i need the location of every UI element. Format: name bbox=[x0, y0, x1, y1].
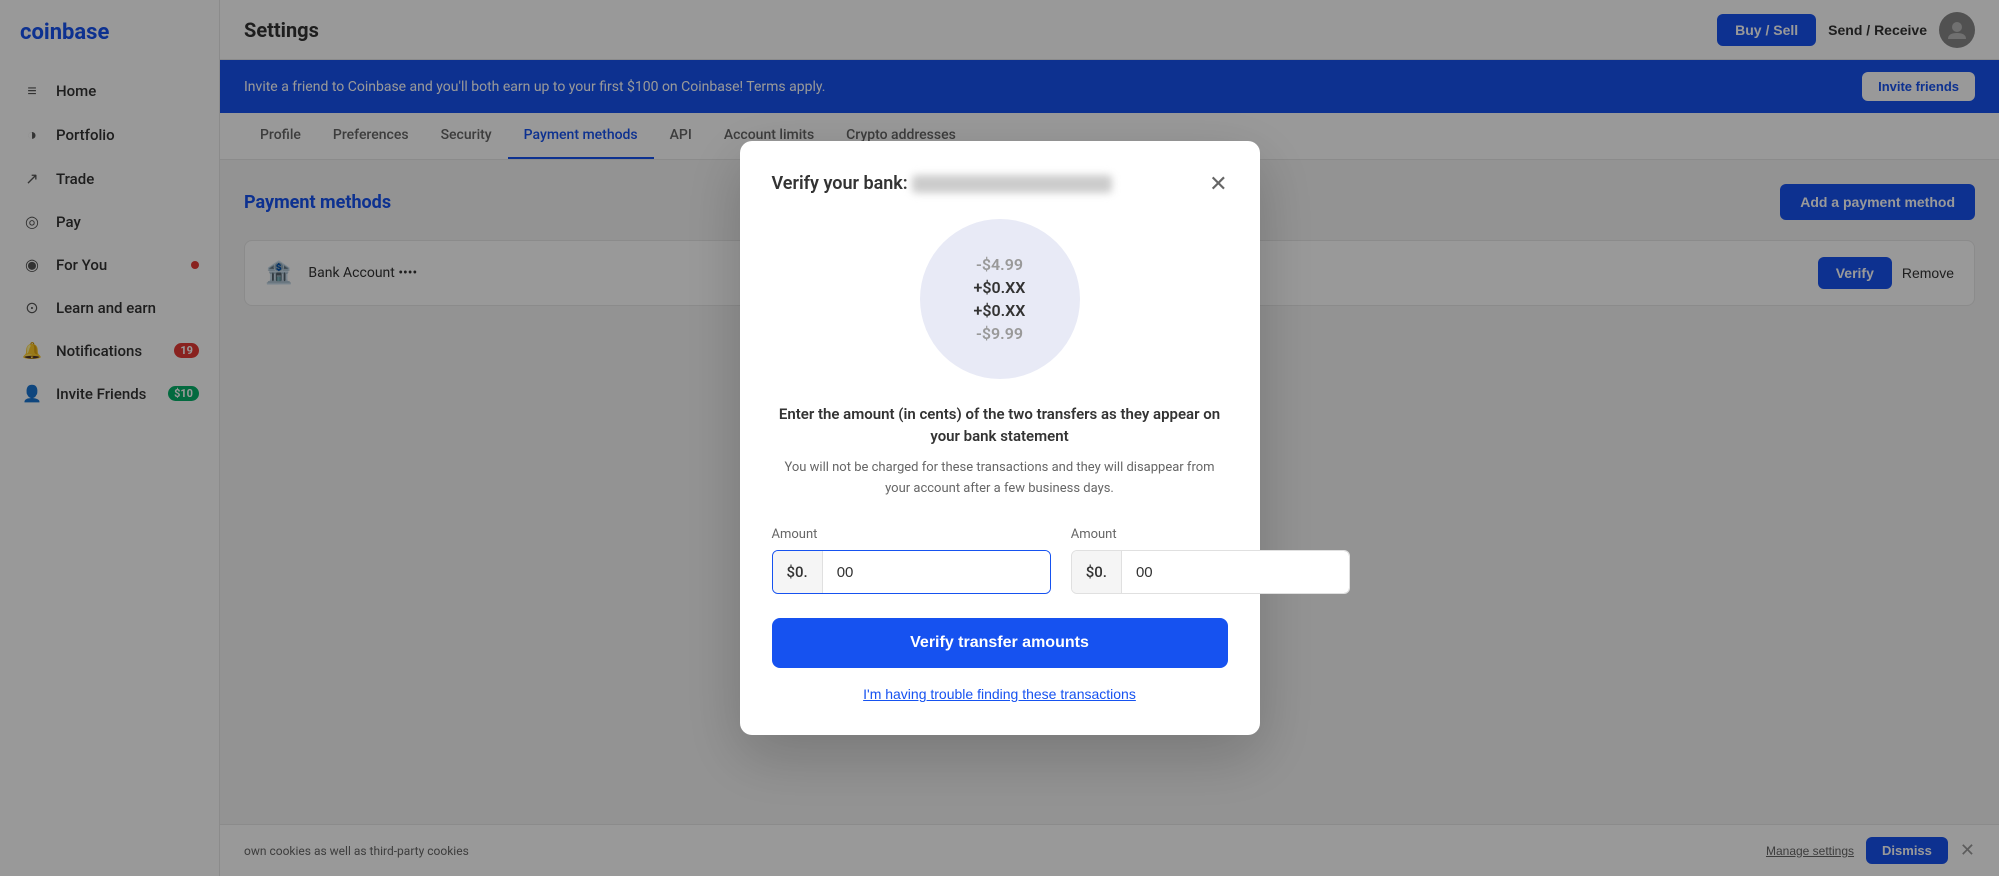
amount1-input[interactable] bbox=[823, 551, 1050, 593]
amount-group-2: Amount $0. bbox=[1071, 527, 1350, 594]
amount-pos1: +$0.XX bbox=[974, 278, 1026, 297]
modal-description-main: Enter the amount (in cents) of the two t… bbox=[772, 403, 1228, 448]
amount2-label: Amount bbox=[1071, 527, 1350, 542]
modal-header: Verify your bank: ✕ bbox=[772, 173, 1228, 195]
modal-title: Verify your bank: bbox=[772, 173, 1113, 194]
modal-close-button[interactable]: ✕ bbox=[1209, 173, 1227, 195]
amount1-input-wrapper: $0. bbox=[772, 550, 1051, 594]
modal-overlay[interactable]: Verify your bank: ✕ -$4.99 +$0.XX +$0.XX… bbox=[0, 0, 1999, 876]
amount-neg1: -$4.99 bbox=[976, 255, 1023, 274]
amount-pos2: +$0.XX bbox=[974, 301, 1026, 320]
amount1-label: Amount bbox=[772, 527, 1051, 542]
amount-inputs-row: Amount $0. Amount $0. bbox=[772, 527, 1228, 594]
modal-title-text: Verify your bank: bbox=[772, 173, 908, 194]
amount-group-1: Amount $0. bbox=[772, 527, 1051, 594]
modal-bank-name-blur bbox=[912, 175, 1112, 193]
verify-transfer-button[interactable]: Verify transfer amounts bbox=[772, 618, 1228, 668]
verify-bank-modal: Verify your bank: ✕ -$4.99 +$0.XX +$0.XX… bbox=[740, 141, 1260, 736]
amount1-prefix: $0. bbox=[773, 551, 823, 593]
modal-description-sub: You will not be charged for these transa… bbox=[772, 458, 1228, 500]
amount2-input-wrapper: $0. bbox=[1071, 550, 1350, 594]
bank-statement-graphic: -$4.99 +$0.XX +$0.XX -$9.99 bbox=[920, 219, 1080, 379]
amount-neg2: -$9.99 bbox=[976, 324, 1023, 343]
trouble-finding-button[interactable]: I'm having trouble finding these transac… bbox=[772, 686, 1228, 702]
amount2-input[interactable] bbox=[1122, 551, 1349, 593]
amount2-prefix: $0. bbox=[1072, 551, 1122, 593]
